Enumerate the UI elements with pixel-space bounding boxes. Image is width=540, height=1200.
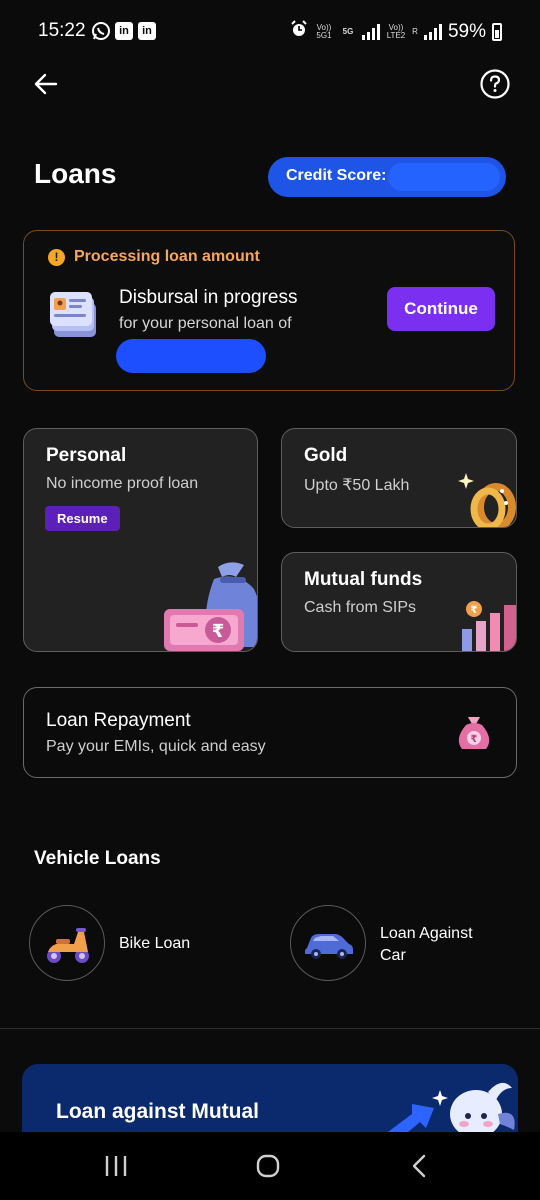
credit-score-button[interactable]: Credit Score: — [268, 157, 506, 197]
gold-loan-card[interactable]: Gold Upto ₹50 Lakh — [281, 428, 517, 528]
svg-text:₹: ₹ — [471, 605, 478, 616]
home-icon[interactable] — [256, 1154, 280, 1178]
personal-loan-subtitle: No income proof loan — [46, 475, 199, 492]
bar-chart-coins-icon: ₹ — [460, 597, 516, 651]
volte-5g-label: Vo)) 5G1 — [316, 23, 332, 40]
repayment-title: Loan Repayment — [46, 710, 191, 731]
car-loan-circle — [290, 905, 366, 981]
alert-icon: ! — [48, 249, 65, 266]
car-loan-label-line2: Car — [380, 947, 406, 964]
disbursal-heading: Disbursal in progress — [119, 287, 298, 308]
continue-button[interactable]: Continue — [387, 287, 495, 331]
gold-loan-subtitle: Upto ₹50 Lakh — [304, 477, 410, 494]
gold-loan-title: Gold — [304, 445, 348, 466]
page-title: Loans — [34, 158, 117, 189]
vehicle-loans-title: Vehicle Loans — [34, 848, 161, 869]
section-divider — [0, 1028, 540, 1029]
system-nav-bar — [0, 1132, 540, 1200]
help-icon[interactable] — [479, 68, 511, 100]
status-bar: 15:22 in in Vo)) 5G1 5G Vo)) LTE2 R 59% — [0, 0, 540, 62]
svg-text:₹: ₹ — [471, 734, 478, 745]
mutual-funds-loan-card[interactable]: Mutual funds Cash from SIPs ₹ — [281, 552, 517, 652]
promo-title: Loan against Mutual — [56, 1100, 260, 1123]
bike-loan-label: Bike Loan — [119, 935, 191, 952]
back-nav-icon[interactable] — [408, 1154, 432, 1178]
resume-badge[interactable]: Resume — [45, 506, 120, 531]
credit-score-label: Credit Score: — [286, 167, 387, 184]
back-arrow-icon[interactable] — [30, 68, 62, 100]
5g-label: 5G — [342, 27, 354, 36]
linkedin-icon: in — [115, 22, 133, 40]
status-right-group: Vo)) 5G1 5G Vo)) LTE2 R 59% — [290, 20, 502, 44]
whatsapp-icon — [91, 21, 111, 41]
personal-loan-card[interactable]: Personal No income proof loan Resume ₹ — [23, 428, 258, 652]
battery-icon — [492, 23, 502, 41]
bike-loan-item[interactable]: Bike Loan — [29, 905, 249, 983]
signal-1-icon — [361, 24, 380, 40]
car-loan-item[interactable]: Loan Against Car — [290, 905, 510, 983]
loan-amount-redaction — [116, 339, 266, 373]
car-icon — [303, 928, 355, 960]
status-time: 15:22 — [38, 20, 86, 41]
personal-loan-title: Personal — [46, 445, 127, 466]
money-bag-cash-icon: ₹ — [160, 559, 257, 651]
gold-bangle-icon — [458, 469, 516, 527]
car-loan-label-line1: Loan Against — [380, 925, 473, 942]
recent-apps-icon[interactable] — [104, 1154, 128, 1178]
document-id-illustration-icon — [46, 289, 102, 341]
roaming-label: R — [412, 27, 418, 36]
processing-loan-card[interactable]: ! Processing loan amount Disbursal in pr… — [23, 230, 515, 391]
credit-score-redaction — [388, 163, 500, 191]
svg-text:₹: ₹ — [212, 621, 225, 642]
bike-loan-circle — [29, 905, 105, 981]
mutual-funds-subtitle: Cash from SIPs — [304, 599, 417, 616]
disbursal-subtext: for your personal loan of — [119, 315, 292, 332]
loan-repayment-card[interactable]: Loan Repayment Pay your EMIs, quick and … — [23, 687, 517, 778]
repayment-subtitle: Pay your EMIs, quick and easy — [46, 738, 266, 755]
battery-percent: 59% — [447, 21, 486, 42]
linkedin-icon-2: in — [138, 22, 156, 40]
signal-2-icon — [423, 24, 442, 40]
rupee-bag-icon: ₹ — [454, 713, 494, 753]
scooter-icon — [44, 922, 92, 966]
alarm-icon — [290, 20, 308, 44]
processing-status: Processing loan amount — [74, 248, 260, 265]
mutual-funds-title: Mutual funds — [304, 569, 423, 590]
volte-lte-label: Vo)) LTE2 — [386, 23, 406, 40]
